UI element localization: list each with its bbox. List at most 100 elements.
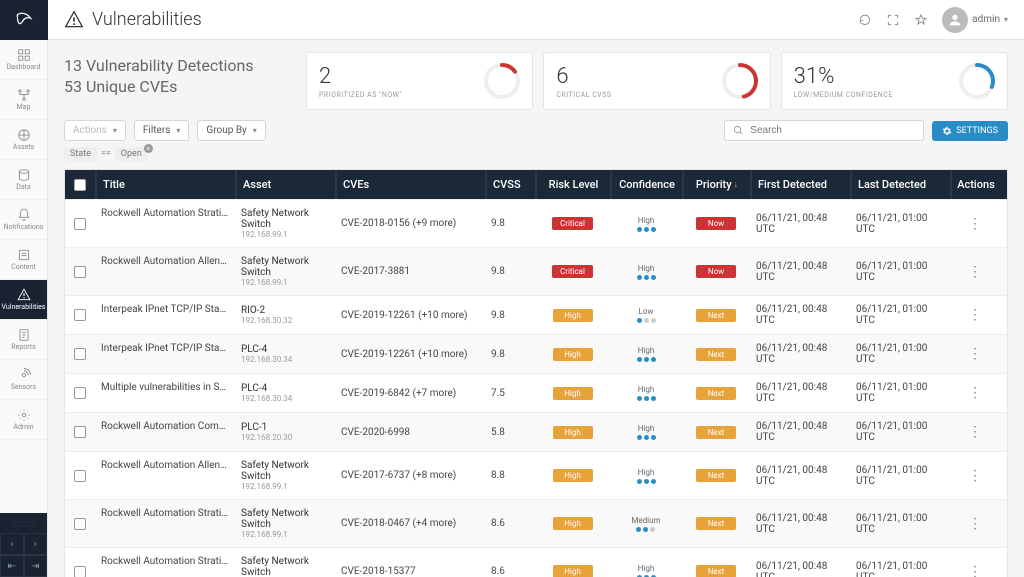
th-priority[interactable]: Priority↓ (682, 170, 750, 199)
th-asset[interactable]: Asset (235, 170, 335, 199)
table-row[interactable]: Rockwell Automation Stratix 5400/5… Safe… (65, 499, 1007, 547)
cell-risk: High (535, 413, 610, 451)
row-actions-menu[interactable]: ⋮ (950, 500, 1000, 547)
row-checkbox[interactable] (65, 452, 95, 499)
table-row[interactable]: Interpeak IPnet TCP/IP Stack RIO-2192.16… (65, 295, 1007, 334)
table-row[interactable]: Multiple vulnerabilities in Schneider … … (65, 373, 1007, 412)
sidebar-item-vulnerabilities[interactable]: Vulnerabilities (0, 280, 47, 320)
refresh-icon[interactable] (858, 13, 872, 27)
donut-icon (722, 63, 758, 99)
groupby-dropdown[interactable]: Group By▾ (197, 120, 265, 141)
nav-icon (17, 128, 31, 142)
stat-value: 6 (556, 64, 611, 89)
nav-icon (17, 88, 31, 102)
th-last-detected[interactable]: Last Detected (850, 170, 950, 199)
row-actions-menu[interactable]: ⋮ (950, 374, 1000, 412)
row-actions-menu[interactable]: ⋮ (950, 296, 1000, 334)
th-cvss[interactable]: CVSS (485, 170, 535, 199)
sidebar-footer: :::::::: ‹ › ⇤ ⇥ (0, 513, 47, 577)
row-actions-menu[interactable]: ⋮ (950, 200, 1000, 247)
nav-label: Admin (13, 424, 33, 431)
nav-icon (17, 368, 31, 382)
user-menu[interactable]: admin ▾ (942, 7, 1008, 33)
sidebar-item-reports[interactable]: Reports (0, 320, 47, 360)
cell-first-detected: 06/11/21, 00:48 UTC (750, 296, 850, 334)
table-row[interactable]: Rockwell Automation CompactLogix … PLC-1… (65, 412, 1007, 451)
cell-risk: High (535, 374, 610, 412)
search-box[interactable] (724, 120, 924, 141)
table-row[interactable]: Rockwell Automation Stratix 5400/5… Safe… (65, 547, 1007, 577)
chip-remove-icon[interactable]: × (144, 144, 153, 153)
nav-next-button[interactable]: › (24, 533, 48, 555)
cell-title: Multiple vulnerabilities in Schneider … (95, 374, 235, 412)
cell-cves: CVE-2017-3881 (335, 248, 485, 295)
stat-card-2: 31%LOW/MEDIUM CONFIDENCE (781, 52, 1008, 110)
cell-risk: High (535, 452, 610, 499)
cell-last-detected: 06/11/21, 01:00 UTC (850, 548, 950, 577)
nav-label: Data (16, 184, 31, 191)
cell-last-detected: 06/11/21, 01:00 UTC (850, 500, 950, 547)
select-all-checkbox[interactable] (65, 170, 95, 199)
cell-last-detected: 06/11/21, 01:00 UTC (850, 296, 950, 334)
sidebar-item-content[interactable]: Content (0, 240, 47, 280)
brand-logo[interactable] (0, 0, 48, 40)
filters-dropdown[interactable]: Filters▾ (134, 120, 190, 141)
table-row[interactable]: Rockwell Automation Stratix, ArmorS… Saf… (65, 199, 1007, 247)
nav-last-button[interactable]: ⇥ (24, 555, 48, 577)
table-row[interactable]: Rockwell Automation Allen-Bradley S… Saf… (65, 451, 1007, 499)
star-icon[interactable] (914, 13, 928, 27)
nav-label: Assets (13, 144, 34, 151)
nav-icon (17, 208, 31, 222)
user-label: admin (972, 14, 1000, 25)
sidebar-item-map[interactable]: Map (0, 80, 47, 120)
row-actions-menu[interactable]: ⋮ (950, 335, 1000, 373)
row-checkbox[interactable] (65, 548, 95, 577)
th-first-detected[interactable]: First Detected (750, 170, 850, 199)
more-vertical-icon: ⋮ (968, 385, 982, 401)
donut-icon (959, 63, 995, 99)
row-actions-menu[interactable]: ⋮ (950, 548, 1000, 577)
fullscreen-icon[interactable] (886, 13, 900, 27)
cell-risk: High (535, 296, 610, 334)
chip-state[interactable]: State (64, 147, 97, 161)
th-cves[interactable]: CVEs (335, 170, 485, 199)
nav-prev-button[interactable]: ‹ (0, 533, 24, 555)
row-checkbox[interactable] (65, 413, 95, 451)
row-actions-menu[interactable]: ⋮ (950, 248, 1000, 295)
sidebar-item-admin[interactable]: Admin (0, 400, 47, 440)
row-actions-menu[interactable]: ⋮ (950, 413, 1000, 451)
row-checkbox[interactable] (65, 296, 95, 334)
actions-dropdown[interactable]: Actions▾ (64, 120, 126, 141)
row-checkbox[interactable] (65, 200, 95, 247)
cell-first-detected: 06/11/21, 00:48 UTC (750, 200, 850, 247)
row-checkbox[interactable] (65, 374, 95, 412)
sidebar-item-notifications[interactable]: Notifications (0, 200, 47, 240)
more-vertical-icon: ⋮ (968, 564, 982, 577)
row-checkbox[interactable] (65, 248, 95, 295)
row-actions-menu[interactable]: ⋮ (950, 452, 1000, 499)
cell-title: Interpeak IPnet TCP/IP Stack (95, 335, 235, 373)
sidebar: DashboardMap Assets Data NotificationsConte… (0, 0, 48, 577)
nav-icon (17, 168, 31, 182)
table-row[interactable]: Rockwell Automation Allen-Bradley S… Saf… (65, 247, 1007, 295)
sidebar-item-sensors[interactable]: Sensors (0, 360, 47, 400)
sidebar-item-data[interactable]: Data (0, 160, 47, 200)
cell-priority: Next (682, 548, 750, 577)
sidebar-item-assets[interactable]: Assets (0, 120, 47, 160)
th-risk[interactable]: Risk Level (535, 170, 610, 199)
row-checkbox[interactable] (65, 335, 95, 373)
cell-priority: Now (682, 200, 750, 247)
row-checkbox[interactable] (65, 500, 95, 547)
table-row[interactable]: Interpeak IPnet TCP/IP Stack PLC-4192.16… (65, 334, 1007, 373)
cell-cvss: 5.8 (485, 413, 535, 451)
nav-dots-icon: :::::::: (0, 513, 47, 533)
nav-icon (17, 248, 31, 262)
sidebar-item-dashboard[interactable]: Dashboard (0, 40, 47, 80)
nav-first-button[interactable]: ⇤ (0, 555, 24, 577)
chip-value[interactable]: Open× (115, 147, 148, 161)
search-input[interactable] (750, 125, 915, 136)
settings-button[interactable]: SETTINGS (932, 121, 1008, 141)
cell-asset: Safety Network Switch192.168.99.1 (235, 548, 335, 577)
th-confidence[interactable]: Confidence (610, 170, 682, 199)
th-title[interactable]: Title (95, 170, 235, 199)
